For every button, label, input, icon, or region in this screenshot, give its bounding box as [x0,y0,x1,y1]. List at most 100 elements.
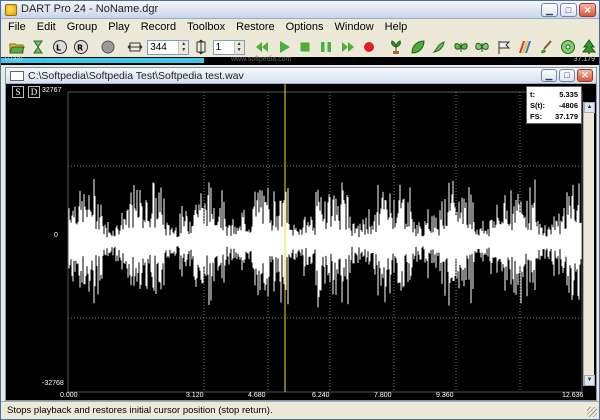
x-tick-label: 12.636 [562,392,584,399]
menu-window[interactable]: Window [330,19,380,37]
app-icon[interactable] [5,4,17,16]
menu-play[interactable]: Play [103,19,135,37]
mode-d-button[interactable]: D [28,86,40,98]
time-label: t: [530,90,535,99]
open-button[interactable] [7,38,26,56]
window-title: DART Pro 24 - NoName.dgr [21,3,159,15]
stop-record-button[interactable] [99,38,118,56]
play-button[interactable] [274,38,293,56]
watermark: www.softpedia.com [231,56,292,63]
fs-value: 37.179 [555,112,578,121]
leaf-button[interactable] [408,38,427,56]
close-button[interactable]: ✕ [579,3,596,17]
butterfly-icon-2 [475,42,489,52]
colors-button[interactable] [515,38,534,56]
butterfly-button-2[interactable] [472,38,491,56]
y-max-label: 32767 [42,87,62,94]
zoom-vertical-button[interactable] [191,38,210,56]
x-tick-label: 6.240 [312,392,330,399]
plant-button[interactable] [387,38,406,56]
channel-value[interactable]: 1 [214,42,234,53]
cursor-readout: t: 5.335 S(t): -4806 FS: 37.179 [526,86,582,124]
title-bar: DART Pro 24 - NoName.dgr ▁ □ ✕ [1,1,599,19]
brush-icon [541,40,553,54]
left-channel-icon: L [52,40,67,54]
vertical-scrollbar[interactable]: ▲ ▼ [583,102,595,386]
record-icon [364,42,375,52]
status-bar: Stops playback and restores initial curs… [1,401,599,419]
left-channel-button[interactable]: L [50,38,69,56]
x-tick-label: 3.120 [186,392,204,399]
fast-forward-button[interactable] [338,38,357,56]
stop-icon [300,42,310,52]
spin-down-icon[interactable]: ▼ [235,47,244,53]
stop-button[interactable] [295,38,314,56]
channel-stepper[interactable]: 1 ▲ ▼ [212,39,245,55]
zoom-value[interactable]: 344 [148,42,178,53]
colors-icon [518,41,531,53]
document-title-bar: C:\Softpedia\Softpedia Test\Softpedia te… [6,68,596,84]
hourglass-button[interactable] [28,38,47,56]
play-icon [279,41,290,53]
y-zero-label: 0 [54,232,58,239]
x-tick-label: 7.800 [374,392,392,399]
menu-file[interactable]: File [3,19,32,37]
toolbar: L R 344 ▲ ▼ 1 ▲ ▼ [1,37,599,57]
fast-forward-icon [341,42,354,52]
butterfly-icon [454,43,468,52]
menu-restore[interactable]: Restore [231,19,281,37]
svg-text:R: R [77,44,83,53]
rewind-icon [256,42,269,52]
menu-record[interactable]: Record [136,19,182,37]
playback-progress[interactable]: 0.000 www.softpedia.com 37.179 [1,56,599,65]
right-channel-button[interactable]: R [71,38,90,56]
scroll-down-icon[interactable]: ▼ [584,375,595,386]
menu-edit[interactable]: Edit [32,19,62,37]
x-tick-label: 4.680 [248,392,266,399]
brush-button[interactable] [537,38,556,56]
minimize-button[interactable]: ▁ [541,3,558,17]
wave-document-icon[interactable] [10,71,24,81]
doc-minimize-button[interactable]: ▁ [541,69,557,82]
pause-icon [321,42,332,52]
mode-s-button[interactable]: S [12,86,24,98]
leaf-curl-icon [432,41,445,53]
menu-bar: File Edit Group Play Record Toolbox Rest… [1,19,599,37]
scroll-up-icon[interactable]: ▲ [584,102,595,113]
flag-icon [498,41,510,54]
hourglass-icon [33,40,44,54]
document-title: C:\Softpedia\Softpedia Test\Softpedia te… [28,70,244,82]
y-min-label: -32768 [42,380,64,387]
waveform-plot[interactable] [6,84,596,400]
doc-close-button[interactable]: ✕ [577,69,593,82]
zoom-horizontal-icon [128,42,143,52]
plant-icon [391,40,402,54]
pause-button[interactable] [317,38,336,56]
spin-down-icon[interactable]: ▼ [179,47,188,53]
time-value: 5.335 [559,90,578,99]
stop-record-icon [101,40,115,54]
record-button[interactable] [360,38,379,56]
menu-group[interactable]: Group [62,19,104,37]
tree-button[interactable] [579,38,598,56]
doc-maximize-button[interactable]: □ [559,69,575,82]
sample-value: -4806 [558,101,578,110]
butterfly-button[interactable] [451,38,470,56]
tree-icon [582,39,597,54]
maximize-button[interactable]: □ [560,3,577,17]
menu-toolbox[interactable]: Toolbox [182,19,231,37]
document-window: C:\Softpedia\Softpedia Test\Softpedia te… [5,67,597,401]
zoom-stepper[interactable]: 344 ▲ ▼ [147,39,190,55]
menu-options[interactable]: Options [281,19,330,37]
zoom-horizontal-button[interactable] [126,38,145,56]
rewind-button[interactable] [252,38,271,56]
status-text: Stops playback and restores initial curs… [7,405,273,416]
cd-button[interactable] [558,38,577,56]
flag-button[interactable] [494,38,513,56]
menu-help[interactable]: Help [380,19,414,37]
open-icon [9,43,25,54]
waveform-view[interactable] [6,84,596,400]
resize-grip[interactable] [587,407,597,417]
leaf-curl-button[interactable] [430,38,449,56]
progress-end-label: 37.179 [573,56,595,63]
